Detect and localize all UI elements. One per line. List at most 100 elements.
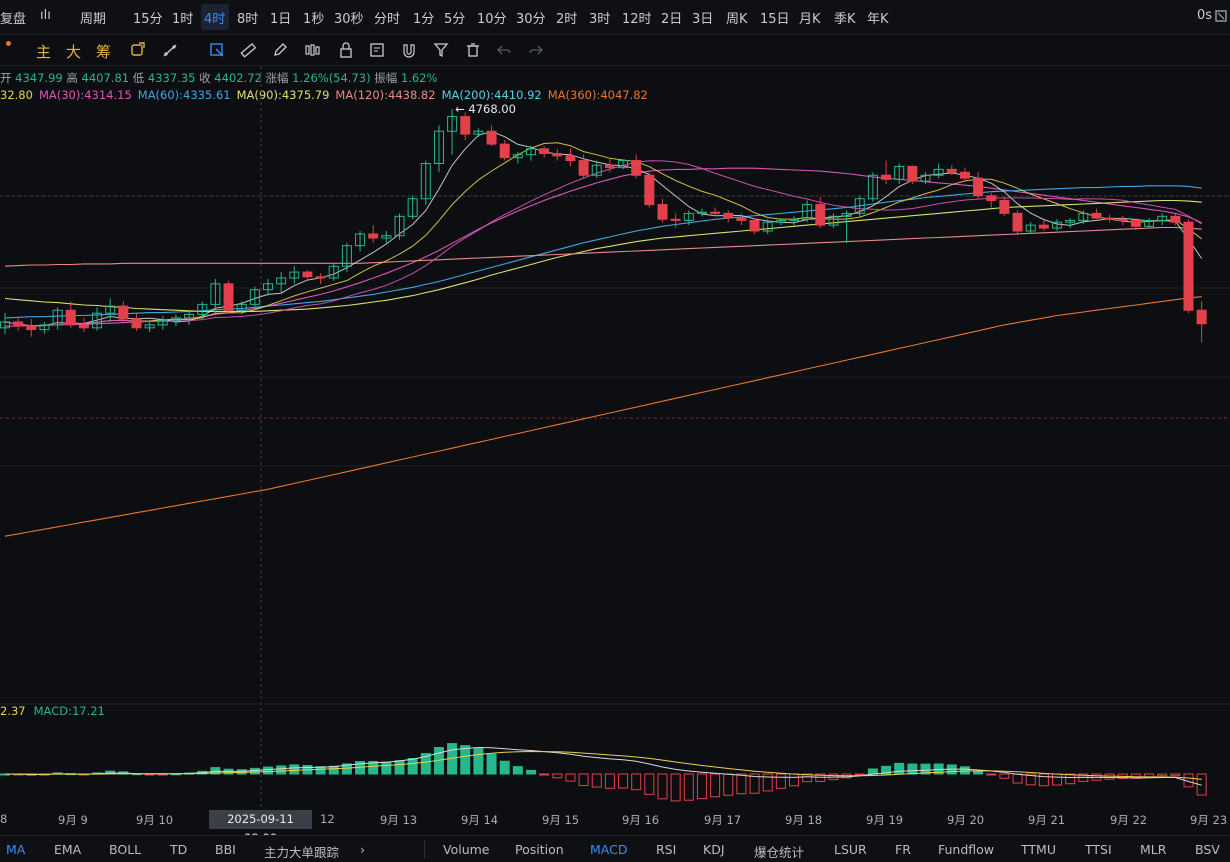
chip-button[interactable]: 筹 xyxy=(96,41,111,62)
x-axis-label: 9月 23 xyxy=(1190,813,1228,827)
macd-bar xyxy=(591,773,602,788)
macd-bar xyxy=(263,766,273,775)
macd-bar xyxy=(486,753,497,775)
toolbar-tw[interactable]: 周K xyxy=(726,8,748,27)
price-chart[interactable]: ← 4768.00 xyxy=(0,66,1230,810)
candles xyxy=(0,108,1207,343)
tab-bbi[interactable]: BBI xyxy=(215,842,236,857)
toolbar-ty[interactable]: 年K xyxy=(867,8,889,27)
macd-bar xyxy=(670,773,681,802)
undo-icon[interactable] xyxy=(496,42,512,58)
tab-ttsi[interactable]: TTSI xyxy=(1085,842,1112,857)
toolbar-t15d[interactable]: 15日 xyxy=(760,8,790,27)
tab-fr[interactable]: FR xyxy=(895,842,911,857)
tab-mlr[interactable]: MLR xyxy=(1140,842,1166,857)
tab-td[interactable]: TD xyxy=(170,842,187,857)
tab--5[interactable]: 爆仓统计 xyxy=(754,842,804,861)
pen-icon[interactable] xyxy=(272,42,288,58)
tab-ema[interactable]: EMA xyxy=(54,842,81,857)
tab-fundflow[interactable]: Fundflow xyxy=(938,842,994,857)
tab-ttmu[interactable]: TTMU xyxy=(1021,842,1056,857)
toolbar-candle-type[interactable]: ılı xyxy=(40,8,51,23)
tab-boll[interactable]: BOLL xyxy=(109,842,141,857)
tab--6[interactable]: › xyxy=(360,842,365,857)
candle-body xyxy=(499,143,510,159)
tab-position[interactable]: Position xyxy=(515,842,564,857)
toolbar-t30m[interactable]: 30分 xyxy=(516,8,546,27)
candle-body xyxy=(1038,224,1049,229)
ma-lines xyxy=(4,130,1203,537)
toolbar-t2d[interactable]: 2日 xyxy=(661,8,682,27)
candle-body xyxy=(302,271,313,278)
toolbar-t3h[interactable]: 3时 xyxy=(589,8,610,27)
tab-bsv[interactable]: BSV xyxy=(1195,842,1220,857)
candle-body xyxy=(1104,217,1115,220)
x-axis-label: 9月 16 xyxy=(622,813,660,827)
candle-body xyxy=(131,318,142,329)
macd-bar xyxy=(381,761,392,775)
macd-bar xyxy=(894,762,905,775)
trash-icon[interactable] xyxy=(465,42,481,58)
tab-macd[interactable]: MACD xyxy=(590,842,627,857)
toolbar-t30s[interactable]: 30秒 xyxy=(334,8,364,27)
macd-bar xyxy=(631,773,642,791)
toolbar-t1h[interactable]: 1时 xyxy=(172,8,193,27)
candle-body xyxy=(13,321,24,327)
macd-bar xyxy=(683,773,694,801)
note-icon[interactable] xyxy=(369,42,385,58)
line-tool-icon[interactable] xyxy=(162,42,178,58)
ma-line-10 xyxy=(4,142,1203,327)
macd-bar xyxy=(1052,773,1062,786)
filter-icon[interactable] xyxy=(433,42,449,58)
toolbar-tmon[interactable]: 月K xyxy=(799,8,821,27)
toolbar-t1m[interactable]: 1分 xyxy=(413,8,434,27)
ma-line-ma120 xyxy=(4,226,1202,267)
macd-bar xyxy=(696,773,707,800)
toolbar-t1d[interactable]: 1日 xyxy=(270,8,291,27)
candle-body xyxy=(1170,215,1181,223)
selection-icon[interactable] xyxy=(209,42,225,58)
toolbar-t8h[interactable]: 8时 xyxy=(237,8,258,27)
x-axis-label: 12 xyxy=(320,812,335,826)
main-indicator-button[interactable]: 主 xyxy=(36,41,51,62)
settings-icon[interactable] xyxy=(1214,9,1228,23)
toolbar-t10m[interactable]: 10分 xyxy=(477,8,507,27)
toolbar-t1s[interactable]: 1秒 xyxy=(303,8,324,27)
candle-body xyxy=(710,211,721,214)
macd-panel xyxy=(0,743,1207,802)
toolbar-t4h[interactable]: 4时 xyxy=(204,8,225,27)
candle-body xyxy=(946,168,957,173)
sync-icon[interactable] xyxy=(130,42,146,58)
tab-lsur[interactable]: LSUR xyxy=(834,842,867,857)
tab-ma[interactable]: MA xyxy=(6,842,25,857)
lock-icon[interactable] xyxy=(338,42,354,58)
macd-bar xyxy=(499,760,510,775)
toolbar-t2h[interactable]: 2时 xyxy=(556,8,577,27)
candle-body xyxy=(565,155,576,162)
toolbar-tq[interactable]: 季K xyxy=(834,8,856,27)
x-axis-label: 9月 15 xyxy=(542,813,580,827)
toolbar-fuquan[interactable]: 复盘 xyxy=(0,8,26,27)
ruler-icon[interactable] xyxy=(240,42,256,58)
toolbar-tfs[interactable]: 分时 xyxy=(374,8,400,27)
magnet-icon[interactable] xyxy=(401,42,417,58)
candle-tool-icon[interactable] xyxy=(304,42,320,58)
candle-body xyxy=(486,130,497,145)
toolbar-t15m[interactable]: 15分 xyxy=(133,8,163,27)
tab-rsi[interactable]: RSI xyxy=(656,842,676,857)
x-axis-label: 9月 10 xyxy=(136,813,174,827)
macd-bar xyxy=(552,773,563,779)
toolbar-t5m[interactable]: 5分 xyxy=(444,8,465,27)
toolbar-t3d[interactable]: 3日 xyxy=(692,8,713,27)
candle-body xyxy=(26,325,37,331)
toolbar-period[interactable]: 周期 xyxy=(80,8,106,27)
toolbar-t12h[interactable]: 12时 xyxy=(622,8,652,27)
tab--5[interactable]: 主力大单跟踪 xyxy=(264,842,339,861)
candle-body xyxy=(986,195,997,201)
redo-icon[interactable] xyxy=(528,42,544,58)
candle-body xyxy=(539,148,550,155)
big-order-button[interactable]: 大 xyxy=(66,41,81,62)
candle-body xyxy=(65,309,76,326)
tab-kdj[interactable]: KDJ xyxy=(703,842,725,857)
tab-volume[interactable]: Volume xyxy=(443,842,490,857)
